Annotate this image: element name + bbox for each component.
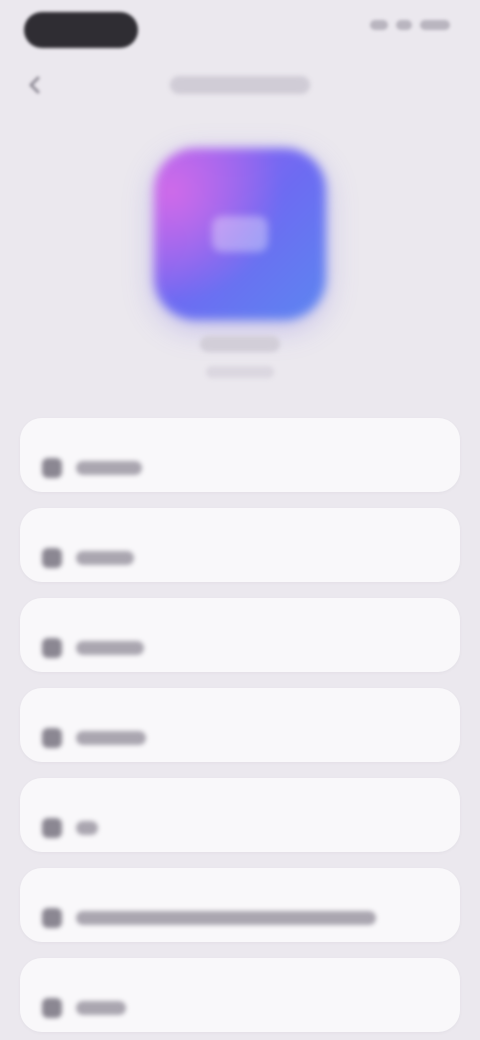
setting-item-label — [76, 821, 98, 835]
settings-row[interactable] — [20, 958, 460, 1032]
chevron-left-icon[interactable] — [24, 74, 46, 96]
app-name — [200, 336, 280, 352]
setting-item-label — [76, 641, 144, 655]
settings-row[interactable] — [20, 598, 460, 672]
settings-row[interactable] — [20, 778, 460, 852]
status-time-pill — [24, 12, 138, 48]
settings-row[interactable] — [20, 688, 460, 762]
settings-row[interactable] — [20, 418, 460, 492]
setting-item-icon — [42, 548, 62, 568]
app-header — [0, 120, 480, 390]
battery-icon — [420, 20, 450, 30]
app-subtitle — [206, 366, 274, 378]
setting-item-icon — [42, 728, 62, 748]
setting-item-icon — [42, 908, 62, 928]
nav-bar — [0, 62, 480, 110]
page-title — [170, 76, 310, 94]
app-glyph-icon — [212, 216, 268, 252]
signal-icon — [370, 20, 388, 30]
setting-item-label — [76, 1001, 126, 1015]
wifi-icon — [396, 20, 412, 30]
setting-item-icon — [42, 818, 62, 838]
setting-item-label — [76, 461, 142, 475]
settings-row[interactable] — [20, 508, 460, 582]
status-icons — [370, 20, 450, 30]
settings-row[interactable] — [20, 868, 460, 942]
setting-item-icon — [42, 458, 62, 478]
setting-item-label — [76, 731, 146, 745]
setting-item-label — [76, 551, 134, 565]
setting-item-icon — [42, 998, 62, 1018]
setting-item-label — [76, 911, 376, 925]
status-bar — [0, 0, 480, 62]
setting-item-icon — [42, 638, 62, 658]
